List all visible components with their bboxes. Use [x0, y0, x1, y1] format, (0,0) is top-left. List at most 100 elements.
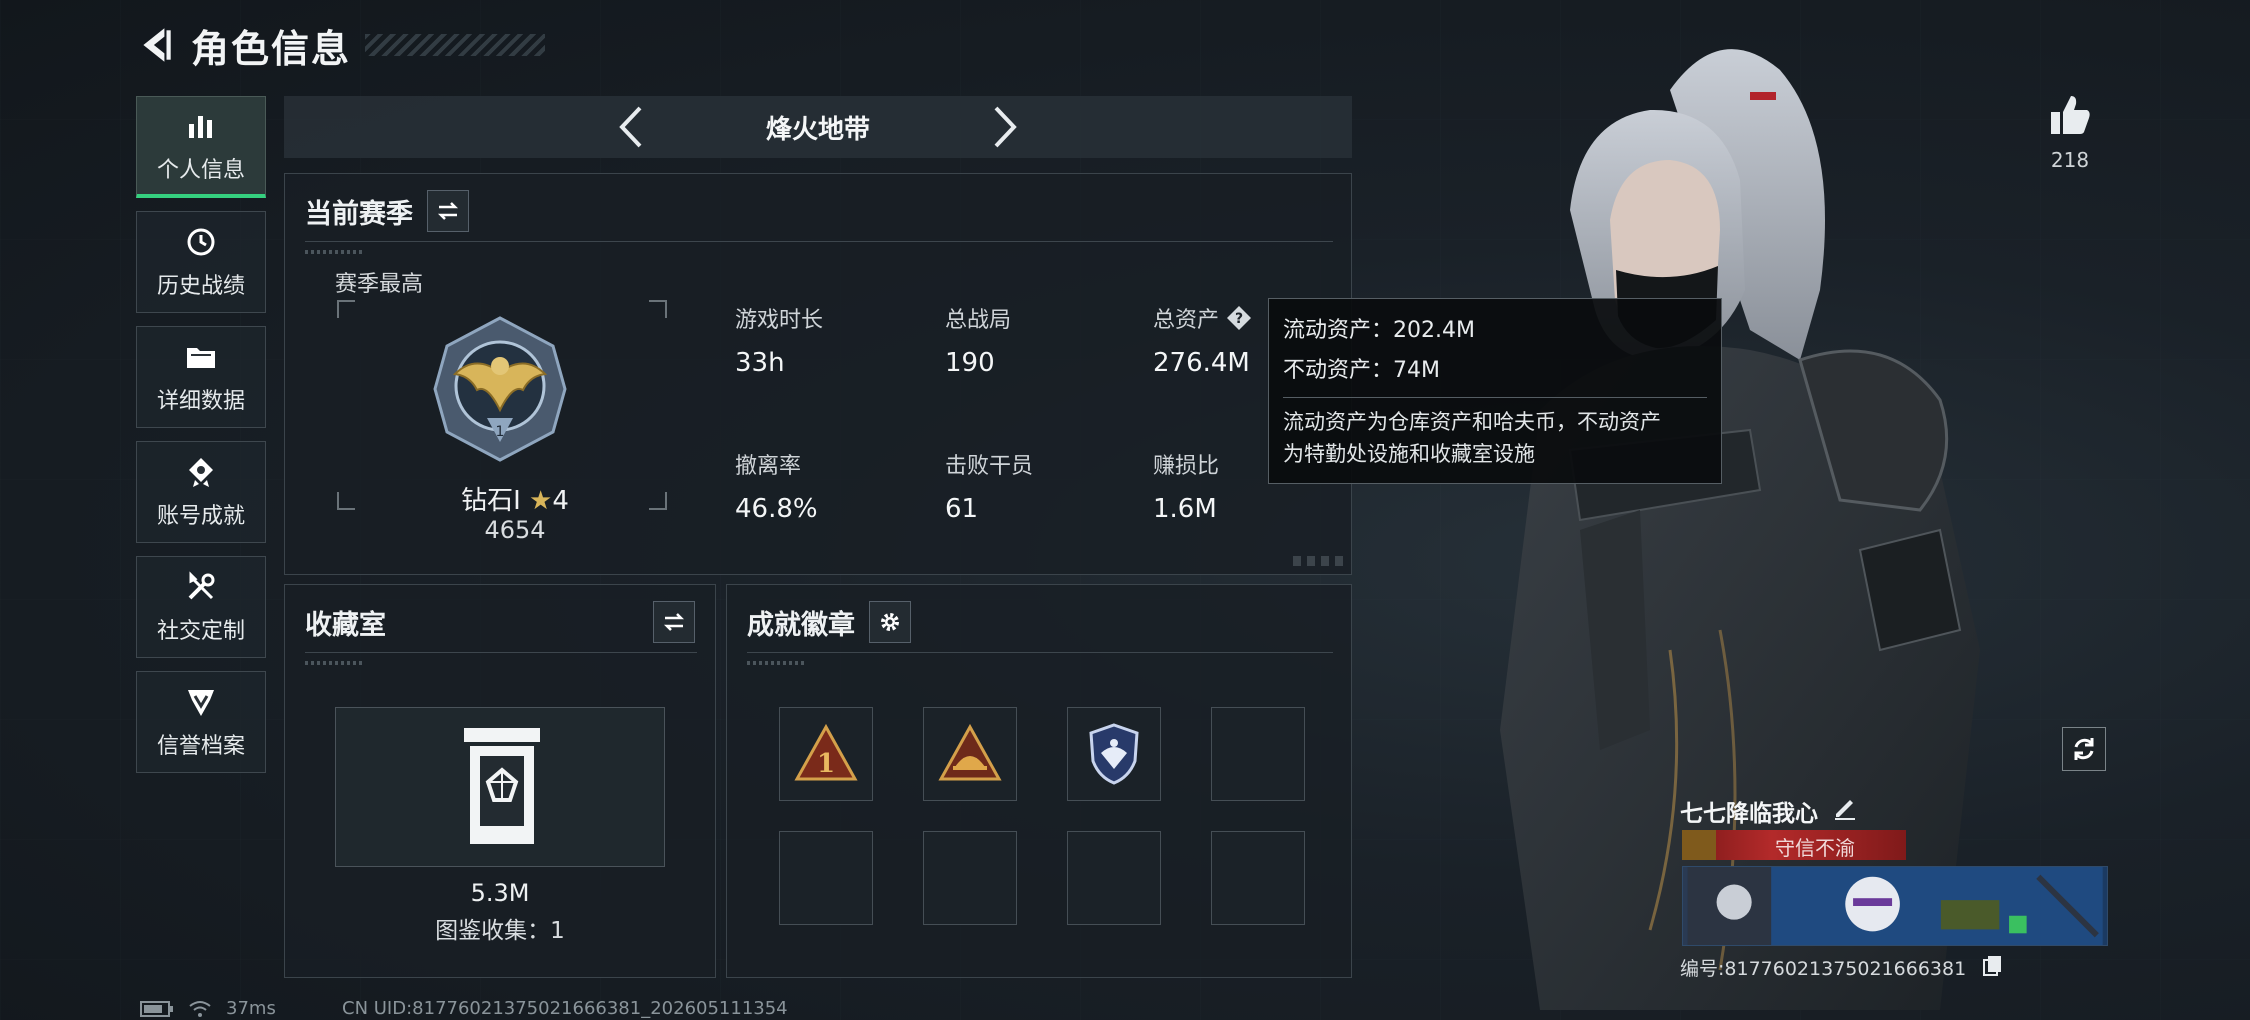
sidebar-item-personal-info[interactable]: 个人信息	[136, 96, 266, 198]
badge-settings-button[interactable]	[869, 601, 911, 643]
rank-tier: 钻石Ⅰ	[461, 486, 521, 516]
copy-icon[interactable]	[1982, 954, 2004, 976]
season-best-label: 赛季最高	[335, 272, 424, 297]
fixed-assets-text: 不动资产：74M	[1283, 358, 1440, 383]
stat-label-text: 总资产	[1153, 308, 1220, 333]
frame-corner	[337, 300, 355, 318]
svg-text:1: 1	[496, 424, 505, 440]
edit-pencil-icon[interactable]	[1832, 794, 1858, 820]
sidebar-item-social[interactable]: 社交定制	[136, 556, 266, 658]
history-icon	[187, 228, 215, 256]
svg-text:1: 1	[817, 749, 835, 779]
divider	[1283, 397, 1707, 398]
shield-eagle-badge-icon	[1089, 723, 1139, 785]
frame-corner	[649, 492, 667, 510]
sidebar-item-label: 账号成就	[156, 504, 245, 529]
panel-header: 成就徽章	[747, 601, 911, 643]
gear-icon	[881, 613, 899, 631]
sidebar-item-label: 社交定制	[156, 619, 245, 644]
like-button[interactable]: 218	[2044, 92, 2096, 172]
title-decoration	[365, 34, 546, 56]
reputation-icon	[188, 690, 214, 716]
stat-value: 190	[945, 348, 995, 378]
player-banner-image	[1682, 866, 2108, 946]
back-arrow-icon[interactable]	[135, 24, 177, 66]
next-mode-arrow-icon[interactable]	[988, 104, 1022, 150]
stat-label: 撤离率	[735, 454, 802, 479]
badge-slot[interactable]	[1067, 707, 1161, 801]
stat-value: 33h	[735, 348, 785, 378]
tools-icon	[188, 571, 215, 600]
panel-header: 当前赛季	[305, 190, 469, 232]
stat-playtime: 游戏时长 33h	[735, 302, 823, 378]
wifi-icon	[189, 1000, 211, 1017]
folder-icon	[187, 348, 215, 368]
status-bar: 37ms	[140, 998, 276, 1019]
diamond-rank-emblem-icon[interactable]: 1	[425, 314, 575, 464]
stat-value: 1.6M	[1153, 494, 1217, 524]
thumbs-up-icon	[2051, 96, 2090, 134]
achievement-badges-panel: 成就徽章 1	[726, 584, 1352, 978]
stat-label: 击败干员	[945, 454, 1034, 479]
decoration	[1293, 556, 1343, 566]
sidebar-item-reputation[interactable]: 信誉档案	[136, 671, 266, 773]
stat-label: 总战局	[945, 308, 1012, 333]
tooltip-description: 为特勤处设施和收藏室设施	[1283, 442, 1535, 466]
liquid-assets-text: 流动资产：202.4M	[1283, 318, 1475, 343]
uid-text: CN UID:8177602137502166638​1_20260511135…	[342, 998, 788, 1019]
empty-badge-slot[interactable]	[1067, 831, 1161, 925]
achievement-icon	[189, 458, 213, 487]
badge-slot[interactable]: 1	[779, 707, 873, 801]
stat-profit-ratio: 赚损比 1.6M	[1153, 448, 1219, 524]
badge-slot[interactable]	[923, 707, 1017, 801]
collection-room-preview[interactable]	[335, 707, 665, 867]
mode-selector: 烽火地带	[284, 96, 1352, 158]
switch-collection-button[interactable]	[653, 601, 695, 643]
stat-value: 61	[945, 494, 979, 524]
player-name: 七七降临我心	[1680, 801, 1818, 827]
switch-season-button[interactable]	[427, 190, 469, 232]
empty-badge-slot[interactable]	[1211, 707, 1305, 801]
stat-value: 46.8%	[735, 494, 818, 524]
player-title-bar: 守信不渝	[1682, 830, 1906, 860]
player-title: 守信不渝	[1775, 836, 1855, 860]
panel-title: 当前赛季	[305, 198, 413, 230]
mode-title: 烽火地带	[765, 114, 870, 145]
player-card: 七七降临我心 守信不渝 编号:817760213750216663​81	[1672, 790, 2108, 990]
sidebar: 个人信息 历史战绩 详细数据 账号成就 社交定制 信誉档案	[136, 96, 268, 786]
stat-kills: 击败干员 61	[945, 448, 1033, 524]
decoration	[747, 661, 807, 665]
bar-chart-icon	[189, 115, 212, 138]
sidebar-item-label: 信誉档案	[156, 734, 245, 759]
decoration	[305, 250, 365, 254]
like-count: 218	[2050, 148, 2090, 172]
frame-corner	[649, 300, 667, 318]
prev-mode-arrow-icon[interactable]	[614, 104, 648, 150]
ping-text: 37ms	[226, 998, 276, 1019]
sidebar-item-label: 个人信息	[156, 157, 245, 183]
empty-badge-slot[interactable]	[1211, 831, 1305, 925]
collection-panel: 收藏室 5.3M 图鉴收集：1	[284, 584, 716, 978]
sidebar-item-achievements[interactable]: 账号成就	[136, 441, 266, 543]
page-title: 角色信息	[191, 26, 352, 71]
stat-label: 赚损比	[1153, 454, 1220, 479]
empty-badge-slot[interactable]	[779, 831, 873, 925]
star-icon: ★	[529, 486, 553, 516]
vault-icon	[464, 728, 540, 844]
tooltip-description: 流动资产为仓库资产和哈夫币，不动资产	[1283, 410, 1661, 434]
help-icon[interactable]: ?	[1225, 304, 1253, 332]
rotate-view-button[interactable]	[2062, 727, 2106, 771]
rank-1-triangle-badge-icon: 1	[794, 723, 858, 781]
title-badge-icon	[1682, 830, 1716, 860]
divider	[305, 241, 1333, 242]
empty-badge-slot[interactable]	[923, 831, 1017, 925]
sidebar-item-details[interactable]: 详细数据	[136, 326, 266, 428]
panel-header: 收藏室	[305, 601, 695, 643]
svg-text:?: ?	[1235, 311, 1243, 327]
panel-title: 成就徽章	[747, 609, 855, 641]
sidebar-item-history[interactable]: 历史战绩	[136, 211, 266, 313]
stat-value: 276.4M	[1153, 348, 1250, 378]
panel-title: 收藏室	[305, 609, 386, 641]
collection-count: 图鉴收集：1	[435, 918, 565, 944]
stat-matches: 总战局 190	[945, 302, 1011, 378]
